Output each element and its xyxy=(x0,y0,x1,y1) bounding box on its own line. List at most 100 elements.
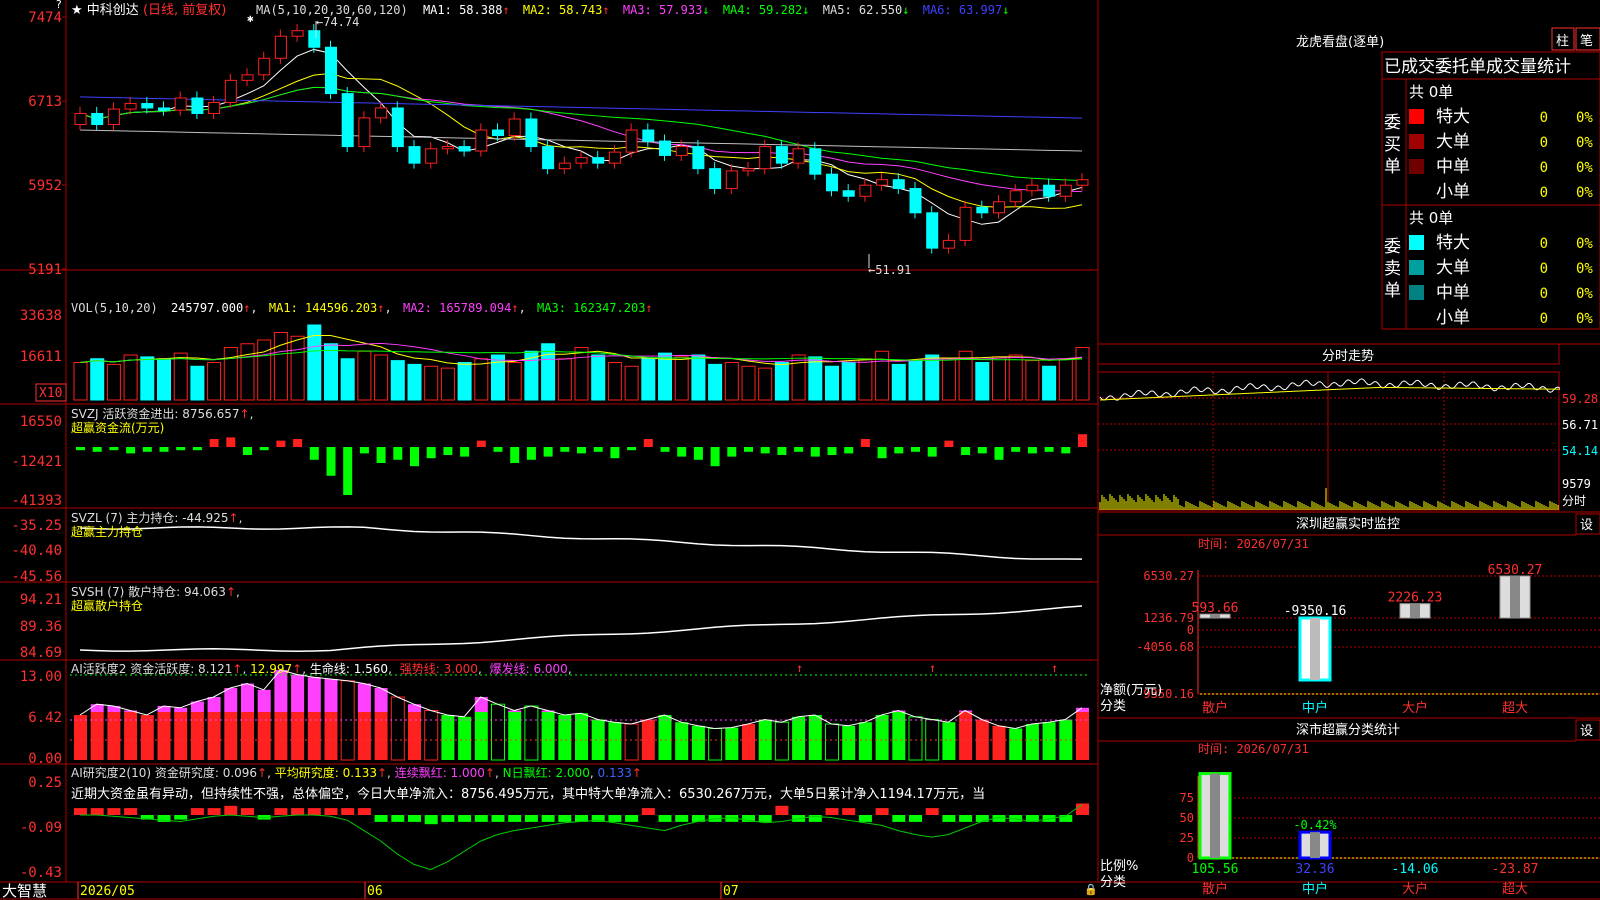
ai-research-panel: AI研究度2(10) 资金研究度: 0.096↑, 平均研究度: 0.133↑,… xyxy=(20,765,1089,881)
ai-bar xyxy=(908,716,923,761)
vol-ma1: MA1: 144596.203 xyxy=(269,301,377,315)
volume-bar xyxy=(257,339,272,401)
ai-bar xyxy=(174,712,188,760)
sz-category-label: 大户 xyxy=(1402,700,1428,716)
ai-research-bar xyxy=(558,815,572,822)
sm-bar-label: -23.87 xyxy=(1492,862,1539,877)
ai-research-bar xyxy=(207,808,221,815)
candle-body xyxy=(826,173,838,192)
volume-bar xyxy=(741,365,756,401)
ai-research-bar xyxy=(625,815,639,822)
intraday-unit: 分时 xyxy=(1562,494,1586,508)
volume-bar xyxy=(140,356,155,401)
svzj-bar xyxy=(894,447,904,454)
ai-research-tick-1: 0.25 xyxy=(28,775,62,791)
ai-bar xyxy=(390,696,405,761)
sm-category-label: 大户 xyxy=(1402,881,1428,897)
sz-monitor-panel: 深圳超赢实时监控 设 时间: 2026/07/31 6530.271236.79… xyxy=(1098,513,1600,716)
sm-bar-top-label: -0.42% xyxy=(1293,818,1337,832)
row-pct: 0% xyxy=(1576,160,1593,176)
svzj-bar xyxy=(426,447,436,459)
row-color-swatch xyxy=(1408,183,1425,200)
volume-bar xyxy=(557,358,572,401)
candle-body xyxy=(909,188,922,214)
svzj-bar xyxy=(643,439,653,447)
svzj-bar xyxy=(76,447,85,451)
ai-research-tick-2: -0.09 xyxy=(20,820,62,836)
bar-mode-label[interactable]: 柱 xyxy=(1556,34,1569,49)
row-name: 小单 xyxy=(1436,182,1470,202)
ai-research-bar xyxy=(190,808,204,815)
row-pct: 0% xyxy=(1576,261,1593,277)
volume-bar xyxy=(273,332,288,401)
sz-bar-label: 593.66 xyxy=(1192,601,1239,616)
ai-research-bar xyxy=(608,815,622,822)
volume-bar xyxy=(758,367,773,401)
sm-settings-label[interactable]: 设 xyxy=(1580,724,1593,739)
row-count: 0 xyxy=(1540,286,1548,302)
volume-bar xyxy=(992,356,1006,401)
volume-bar xyxy=(457,362,472,401)
sm-bar-group: -0.42% 32.36 中户 xyxy=(1293,818,1337,897)
ai-bar xyxy=(307,712,321,760)
sz-bar-label: -9350.16 xyxy=(1284,604,1347,619)
lock-icon[interactable]: 🔒 xyxy=(1084,883,1098,896)
svzj-bars xyxy=(76,434,1087,495)
sz-settings-label[interactable]: 设 xyxy=(1580,518,1593,533)
candle-body xyxy=(876,179,889,186)
svzj-bar xyxy=(660,447,670,452)
volume-bar xyxy=(774,362,789,401)
candle-body xyxy=(809,148,822,175)
candle-body xyxy=(942,239,955,249)
sm-bar-shade xyxy=(1310,832,1320,858)
order-stats-header: 已成交委托单成交量统计 xyxy=(1384,57,1571,77)
high-price-label: ←74.74 xyxy=(316,15,359,29)
svzj-bar xyxy=(744,447,753,452)
ai-research-bar xyxy=(925,808,939,815)
volume-bar xyxy=(1008,354,1023,401)
ai-research-bar xyxy=(775,805,789,815)
svsh-subtitle: 超赢散户持仓 xyxy=(71,598,143,613)
side-label-char: 单 xyxy=(1384,281,1401,301)
price-expand-icon[interactable]: ? xyxy=(55,0,62,11)
ai-commentary: 近期大资金虽有异动，但持续性不强，总体偏空，今日大单净流入：8756.495万元… xyxy=(71,786,985,802)
row-color-swatch xyxy=(1409,235,1424,250)
svzj-tick-3: -41393 xyxy=(11,493,62,509)
volume-bar xyxy=(290,335,305,401)
ai-bar xyxy=(691,725,705,760)
candle-body xyxy=(475,129,488,152)
ai-bar xyxy=(508,712,522,760)
ai-research-bar xyxy=(391,815,405,822)
row-name: 特大 xyxy=(1436,233,1470,253)
sm-bar-group: -23.87 超大 xyxy=(1492,862,1539,897)
ai-bar xyxy=(808,715,822,760)
stock-name: 中科创达 xyxy=(87,3,139,18)
candle-body xyxy=(592,157,605,164)
sz-tick: 6530.27 xyxy=(1143,569,1194,583)
svzj-bar xyxy=(543,447,553,457)
ai-research-bar xyxy=(959,815,973,822)
sz-bars: 593.66 散户 -9350.16 中户 2226.23 大户 6530.27 超大 xyxy=(1192,563,1543,716)
vol-header: VOL(5,10,20) 245797.000↑, MA1: 144596.20… xyxy=(71,301,653,315)
row-pct: 0% xyxy=(1576,311,1593,327)
sm-category-label: 中户 xyxy=(1302,881,1328,897)
volume-bar xyxy=(825,365,839,401)
ai-research-bar xyxy=(975,815,989,822)
volume-bar xyxy=(223,347,238,401)
tick-mode-label[interactable]: 笔 xyxy=(1580,33,1593,49)
volume-bar xyxy=(607,362,622,401)
candle-body xyxy=(1076,179,1089,186)
sm-bars: 105.56 散户 -0.42% 32.36 中户 -14.06 大户 -23.87 超大 xyxy=(1192,772,1539,897)
intraday-tick-2: 56.71 xyxy=(1562,418,1598,432)
volume-bar xyxy=(591,354,606,401)
svsh-line xyxy=(79,605,1083,652)
row-pct: 0% xyxy=(1576,286,1593,302)
ai-bar xyxy=(842,725,856,760)
candle-body xyxy=(174,97,187,111)
svzj-bar xyxy=(376,447,386,463)
candle-body xyxy=(525,118,538,148)
volume-bar xyxy=(424,365,439,401)
candle-body xyxy=(742,168,755,172)
svzj-tick-2: -12421 xyxy=(11,454,62,470)
ai-research-bar xyxy=(241,808,254,815)
